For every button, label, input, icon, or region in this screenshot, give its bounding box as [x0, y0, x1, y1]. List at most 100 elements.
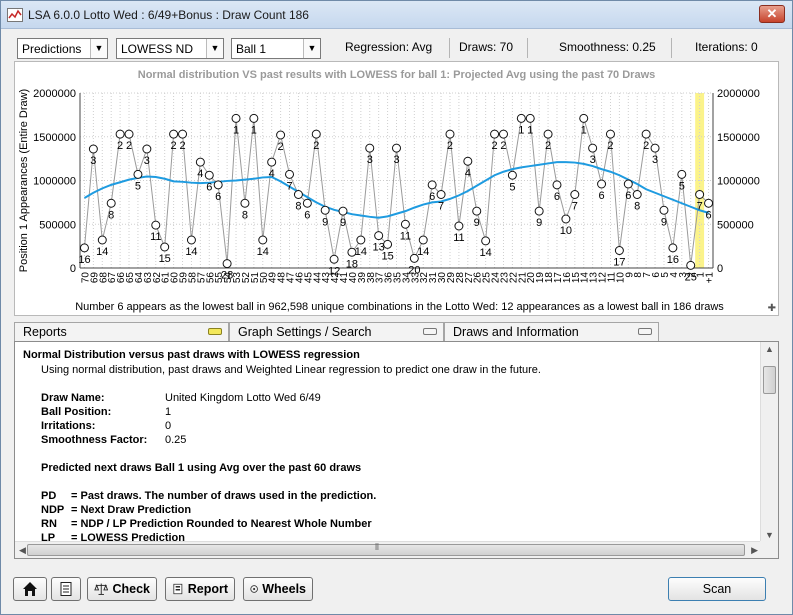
scroll-down-icon[interactable]: ▼ — [765, 530, 774, 540]
y-axis-label: Position 1 Appearances (Entire Draw) — [18, 89, 30, 272]
report-button[interactable]: Report — [165, 577, 235, 601]
field-value: 0 — [165, 420, 172, 432]
data-point-label: 1 — [581, 124, 587, 136]
data-point-label: 7 — [286, 180, 292, 192]
check-button[interactable]: Check — [87, 577, 157, 601]
tab-label: Draws and Information — [453, 325, 579, 339]
data-point — [222, 259, 232, 269]
data-point-label: 6 — [625, 190, 631, 202]
mode-select[interactable]: Predictions ▼ — [17, 38, 108, 59]
data-point — [605, 129, 615, 139]
chevron-down-icon: ▼ — [303, 39, 320, 58]
data-point-label: 14 — [355, 246, 367, 258]
tab-pin-icon[interactable] — [208, 328, 222, 335]
data-point — [106, 198, 116, 208]
bottom-toolbar: Check Report Wheels Scan — [1, 567, 792, 615]
data-point — [570, 190, 580, 199]
data-point — [454, 221, 464, 231]
data-point — [543, 129, 553, 139]
data-point-label: 2 — [492, 140, 498, 152]
data-point — [231, 113, 241, 123]
chevron-down-icon: ▼ — [90, 39, 107, 58]
legend-abbr: RN — [41, 518, 57, 530]
grip-icon: ⦀ — [375, 542, 379, 552]
data-point — [213, 180, 223, 190]
data-point-label: 2 — [126, 140, 132, 152]
legend-text: = Next Draw Prediction — [71, 504, 192, 516]
report-horizontal-scrollbar[interactable]: ◀ ⦀ ▶ — [15, 541, 762, 558]
data-point-label: 7 — [438, 201, 444, 213]
data-point — [160, 242, 170, 252]
data-point-label: 2 — [500, 140, 506, 152]
data-point — [267, 157, 277, 167]
wheels-button[interactable]: Wheels — [243, 577, 313, 601]
tab-graph-settings[interactable]: Graph Settings / Search — [229, 322, 444, 341]
scroll-thumb[interactable] — [27, 544, 745, 556]
scan-button[interactable]: Scan — [668, 577, 766, 601]
data-point-label: 12 — [328, 265, 340, 277]
scroll-right-icon[interactable]: ▶ — [751, 545, 758, 556]
scroll-thumb[interactable] — [763, 366, 776, 394]
data-point — [383, 239, 393, 249]
data-point — [320, 205, 330, 215]
ball-select-value: Ball 1 — [236, 42, 267, 56]
scan-label: Scan — [702, 582, 732, 596]
field-value: United Kingdom Lotto Wed 6/49 — [165, 392, 321, 404]
data-point — [481, 236, 491, 246]
data-point — [392, 143, 401, 153]
report-panel: Normal Distribution versus past draws wi… — [14, 341, 779, 559]
y-tick-label-right: 1000000 — [717, 176, 760, 188]
scales-icon — [94, 583, 109, 595]
data-point-label: 1 — [233, 124, 239, 136]
data-point-label: 4 — [269, 168, 275, 180]
data-point — [133, 169, 143, 179]
draws-label: Draws: 70 — [459, 40, 514, 54]
tab-pin-icon[interactable] — [423, 328, 437, 335]
data-point — [124, 129, 134, 139]
data-point-label: 9 — [474, 217, 480, 229]
data-point-label: 3 — [393, 154, 399, 166]
data-point-label: 8 — [634, 201, 640, 213]
data-point — [338, 206, 348, 216]
data-point — [195, 157, 205, 167]
data-point-label: 14 — [96, 246, 108, 258]
window-title: LSA 6.0.0 Lotto Wed : 6/49+Bonus : Draw … — [28, 8, 309, 22]
data-point — [285, 169, 295, 179]
legend-text: = NDP / LP Prediction Rounded to Nearest… — [71, 518, 372, 530]
home-button[interactable] — [13, 577, 47, 601]
report-text: Normal Distribution versus past draws wi… — [15, 342, 760, 542]
data-point-label: 3 — [90, 155, 96, 167]
data-point-label: 14 — [185, 246, 197, 258]
tab-pin-icon[interactable] — [638, 328, 652, 335]
tab-reports[interactable]: Reports — [14, 322, 229, 341]
ball-select[interactable]: Ball 1 ▼ — [231, 38, 321, 59]
data-point-label: 10 — [560, 225, 572, 237]
data-point — [588, 143, 598, 153]
scroll-left-icon[interactable]: ◀ — [19, 545, 26, 556]
data-point-label: 18 — [346, 258, 358, 270]
data-point-label: 6 — [429, 191, 435, 203]
scroll-up-icon[interactable]: ▲ — [765, 344, 774, 354]
method-select[interactable]: LOWESS ND ▼ — [116, 38, 224, 59]
expand-icon[interactable]: ✚ — [768, 303, 776, 314]
data-point-label: 3 — [367, 154, 373, 166]
data-point — [534, 206, 544, 216]
data-point — [374, 231, 384, 241]
tab-draws-information[interactable]: Draws and Information — [444, 322, 659, 341]
data-point — [258, 235, 268, 245]
close-button[interactable]: ✕ — [759, 5, 785, 23]
chart-title: Normal distribution VS past results with… — [138, 69, 656, 81]
data-point-label: 25 — [685, 271, 697, 283]
report-icon — [173, 583, 183, 595]
report-vertical-scrollbar[interactable]: ▲ ▼ — [760, 342, 778, 542]
notes-button[interactable] — [51, 577, 81, 601]
data-point — [525, 113, 535, 123]
data-point-label: 6 — [598, 190, 604, 202]
data-point-label: 14 — [257, 246, 269, 258]
data-point — [293, 190, 303, 199]
separator — [527, 38, 528, 58]
toolbar: Predictions ▼ LOWESS ND ▼ Ball 1 ▼ Regre… — [1, 29, 792, 61]
data-point — [365, 143, 375, 153]
lowess-chart: Normal distribution VS past results with… — [18, 69, 760, 313]
data-point — [472, 206, 482, 216]
